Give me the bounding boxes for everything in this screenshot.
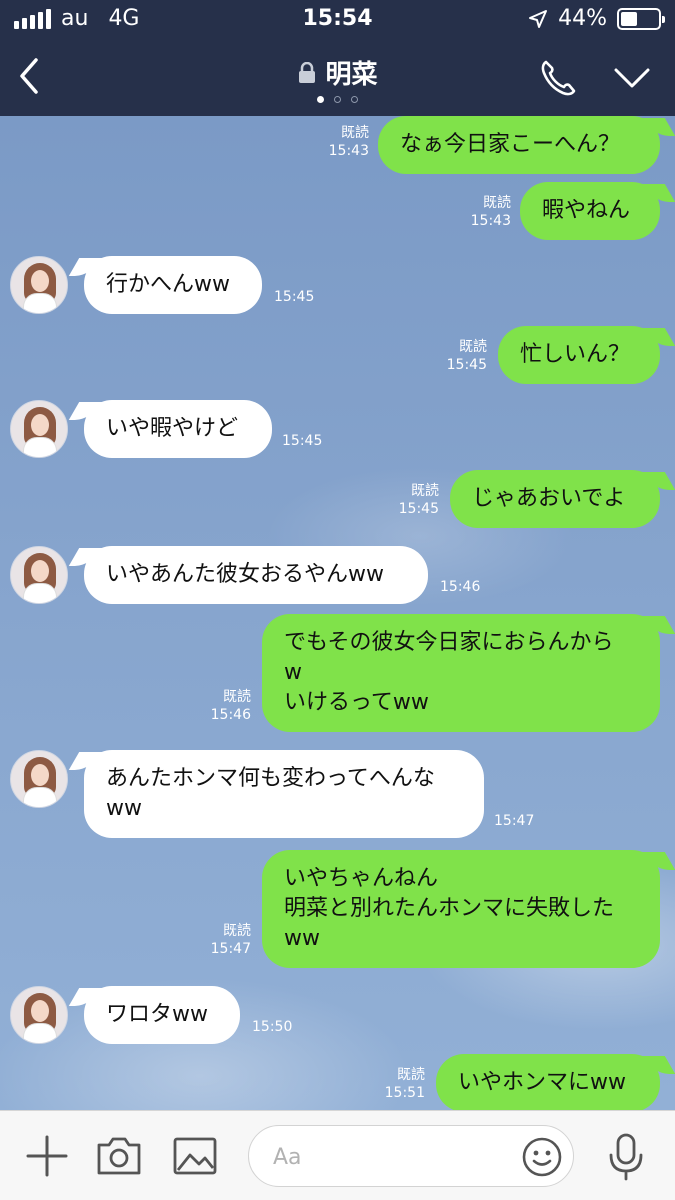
message-time: 15:50 bbox=[252, 1019, 293, 1035]
received-message-bubble[interactable]: いや暇やけど bbox=[84, 400, 272, 458]
location-arrow-icon bbox=[529, 9, 548, 28]
received-message-bubble[interactable]: 行かへんww bbox=[84, 256, 262, 314]
sent-message-bubble[interactable]: いやホンマにww bbox=[436, 1054, 660, 1110]
input-bar bbox=[0, 1110, 675, 1200]
avatar[interactable] bbox=[10, 546, 68, 604]
message-meta: 既読 15:46 bbox=[211, 688, 251, 724]
sent-message-bubble[interactable]: 忙しいん？ bbox=[498, 326, 660, 384]
sent-message-bubble[interactable]: なぁ今日家こーへん？ bbox=[378, 116, 660, 174]
chat-message-list[interactable]: なぁ今日家こーへん？ 既読 15:43 暇やねん 既読 15:43 行かへんww 15:45 忙… bbox=[0, 116, 675, 1110]
chevron-down-icon[interactable] bbox=[610, 60, 654, 96]
emoji-icon[interactable] bbox=[521, 1136, 563, 1178]
page-dot bbox=[334, 96, 341, 103]
avatar[interactable] bbox=[10, 256, 68, 314]
page-dot bbox=[351, 96, 358, 103]
sent-message-bubble[interactable]: いやちゃんねん 明菜と別れたんホンマに失敗した ww bbox=[262, 850, 660, 968]
message-input[interactable] bbox=[273, 1140, 513, 1174]
camera-icon[interactable] bbox=[94, 1133, 144, 1179]
phone-icon[interactable] bbox=[536, 56, 580, 100]
message-time: 15:45 bbox=[398, 501, 439, 517]
received-message-bubble[interactable]: あんたホンマ何も変わってへんな ww bbox=[84, 750, 484, 838]
read-receipt: 既読 bbox=[483, 195, 511, 211]
message-meta: 15:45 bbox=[274, 288, 314, 306]
sent-message-bubble[interactable]: じゃあおいでよ bbox=[450, 470, 660, 528]
message-time: 15:45 bbox=[282, 433, 323, 449]
message-time: 15:45 bbox=[446, 357, 487, 373]
avatar[interactable] bbox=[10, 750, 68, 808]
page-dot bbox=[317, 96, 324, 103]
message-meta: 既読 15:45 bbox=[399, 482, 439, 518]
message-time: 15:46 bbox=[440, 579, 481, 595]
message-input-box[interactable] bbox=[248, 1125, 574, 1187]
message-meta: 15:47 bbox=[494, 812, 534, 830]
message-time: 15:43 bbox=[328, 143, 369, 159]
message-meta: 既読 15:51 bbox=[385, 1066, 425, 1102]
message-meta: 既読 15:47 bbox=[211, 922, 251, 958]
plus-icon[interactable] bbox=[22, 1133, 72, 1179]
read-receipt: 既読 bbox=[341, 125, 369, 141]
read-receipt: 既読 bbox=[411, 483, 439, 499]
message-meta: 15:50 bbox=[252, 1018, 292, 1036]
message-time: 15:47 bbox=[210, 941, 251, 957]
battery-percent: 44% bbox=[558, 6, 607, 31]
sent-message-bubble[interactable]: 暇やねん bbox=[520, 182, 660, 240]
message-time: 15:43 bbox=[470, 213, 511, 229]
battery-icon bbox=[617, 7, 665, 30]
message-time: 15:51 bbox=[384, 1085, 425, 1101]
message-meta: 既読 15:45 bbox=[447, 338, 487, 374]
avatar[interactable] bbox=[10, 986, 68, 1044]
message-meta: 15:45 bbox=[282, 432, 322, 450]
received-message-bubble[interactable]: ワロタww bbox=[84, 986, 240, 1044]
message-time: 15:46 bbox=[210, 707, 251, 723]
mic-icon[interactable] bbox=[604, 1131, 648, 1183]
chat-header: 明菜 bbox=[0, 38, 675, 116]
status-bar: au 4G 15:54 44% bbox=[0, 0, 675, 38]
read-receipt: 既読 bbox=[223, 689, 251, 705]
received-message-bubble[interactable]: いやあんた彼女おるやんww bbox=[84, 546, 428, 604]
read-receipt: 既読 bbox=[223, 923, 251, 939]
read-receipt: 既読 bbox=[397, 1067, 425, 1083]
chat-title: 明菜 bbox=[325, 60, 378, 90]
avatar[interactable] bbox=[10, 400, 68, 458]
message-meta: 既読 15:43 bbox=[471, 194, 511, 230]
message-meta: 既読 15:43 bbox=[329, 124, 369, 160]
read-receipt: 既読 bbox=[459, 339, 487, 355]
sent-message-bubble[interactable]: でもその彼女今日家におらんから w いけるってww bbox=[262, 614, 660, 732]
lock-icon bbox=[299, 61, 316, 83]
image-icon[interactable] bbox=[170, 1133, 220, 1179]
message-meta: 15:46 bbox=[440, 578, 480, 596]
message-time: 15:45 bbox=[274, 289, 315, 305]
message-time: 15:47 bbox=[494, 813, 535, 829]
